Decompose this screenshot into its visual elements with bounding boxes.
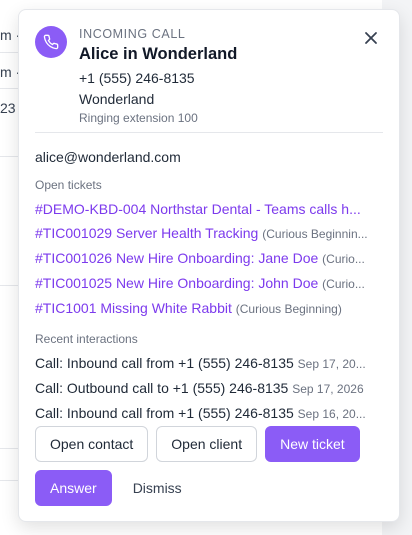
call-buttons: Answer Dismiss bbox=[35, 470, 197, 506]
header-divider bbox=[35, 132, 383, 133]
open-tickets-list: #DEMO-KBD-004 Northstar Dental - Teams c… bbox=[35, 197, 383, 321]
caller-name: Alice in Wonderland bbox=[79, 45, 238, 63]
ticket-item[interactable]: #TIC001029 Server Health Tracking (Curio… bbox=[35, 221, 383, 246]
close-icon bbox=[365, 32, 377, 44]
ticket-item[interactable]: #DEMO-KBD-004 Northstar Dental - Teams c… bbox=[35, 197, 383, 221]
background-divider bbox=[0, 88, 18, 89]
caller-phone: +1 (555) 246-8135 bbox=[79, 70, 195, 86]
interaction-date: Sep 16, 20... bbox=[297, 407, 366, 421]
ticket-link[interactable]: #TIC001029 Server Health Tracking bbox=[35, 225, 258, 241]
ticket-link[interactable]: #TIC001025 New Hire Onboarding: John Doe bbox=[35, 275, 318, 291]
background-divider bbox=[0, 448, 18, 449]
interaction-item: Call: Inbound call from +1 (555) 246-813… bbox=[35, 401, 383, 426]
caller-email: alice@wonderland.com bbox=[35, 149, 181, 165]
interaction-date: Sep 17, 2026 bbox=[292, 382, 364, 396]
background-divider bbox=[0, 285, 18, 286]
interaction-text: Call: Outbound call to +1 (555) 246-8135 bbox=[35, 380, 289, 396]
open-client-button[interactable]: Open client bbox=[156, 426, 258, 462]
background-row-3: 23 bbox=[0, 100, 16, 116]
ringing-status: Ringing extension 100 bbox=[79, 111, 198, 125]
action-buttons: Open contact Open client New ticket bbox=[35, 426, 360, 462]
ticket-organization: (Curio... bbox=[322, 277, 365, 291]
incoming-call-card: INCOMING CALL Alice in Wonderland +1 (55… bbox=[18, 9, 400, 522]
background-divider bbox=[0, 480, 18, 481]
interaction-text: Call: Inbound call from +1 (555) 246-813… bbox=[35, 405, 294, 421]
ticket-link[interactable]: #TIC001026 New Hire Onboarding: Jane Doe bbox=[35, 250, 318, 266]
ticket-organization: (Curious Beginnin... bbox=[262, 227, 368, 241]
ticket-link[interactable]: #TIC1001 Missing White Rabbit bbox=[35, 300, 232, 316]
background-divider bbox=[0, 52, 18, 53]
recent-interactions-list: Call: Inbound call from +1 (555) 246-813… bbox=[35, 351, 383, 426]
open-contact-button[interactable]: Open contact bbox=[35, 426, 149, 462]
ticket-item[interactable]: #TIC1001 Missing White Rabbit (Curious B… bbox=[35, 296, 383, 321]
caller-organization: Wonderland bbox=[79, 91, 155, 107]
caller-avatar bbox=[35, 26, 67, 58]
ticket-link[interactable]: #DEMO-KBD-004 Northstar Dental - Teams c… bbox=[35, 201, 361, 217]
ticket-organization: (Curio... bbox=[322, 252, 365, 266]
background-divider bbox=[0, 156, 18, 157]
incoming-call-label: INCOMING CALL bbox=[79, 27, 186, 41]
open-tickets-label: Open tickets bbox=[35, 178, 102, 192]
interaction-item: Call: Outbound call to +1 (555) 246-8135… bbox=[35, 376, 383, 401]
recent-interactions-label: Recent interactions bbox=[35, 332, 138, 346]
caller-details: alice@wonderland.com Open tickets #DEMO-… bbox=[35, 147, 383, 426]
caller-header: INCOMING CALL Alice in Wonderland +1 (55… bbox=[79, 26, 359, 126]
close-button[interactable] bbox=[361, 28, 381, 48]
ticket-item[interactable]: #TIC001025 New Hire Onboarding: John Doe… bbox=[35, 271, 383, 296]
new-ticket-button[interactable]: New ticket bbox=[265, 426, 360, 462]
interaction-item: Call: Inbound call from +1 (555) 246-813… bbox=[35, 351, 383, 376]
ticket-organization: (Curious Beginning) bbox=[235, 302, 342, 316]
answer-button[interactable]: Answer bbox=[35, 470, 112, 506]
interaction-date: Sep 17, 20... bbox=[297, 357, 366, 371]
interaction-text: Call: Inbound call from +1 (555) 246-813… bbox=[35, 355, 294, 371]
phone-icon bbox=[43, 34, 59, 50]
dismiss-button[interactable]: Dismiss bbox=[118, 470, 197, 506]
ticket-item[interactable]: #TIC001026 New Hire Onboarding: Jane Doe… bbox=[35, 246, 383, 271]
